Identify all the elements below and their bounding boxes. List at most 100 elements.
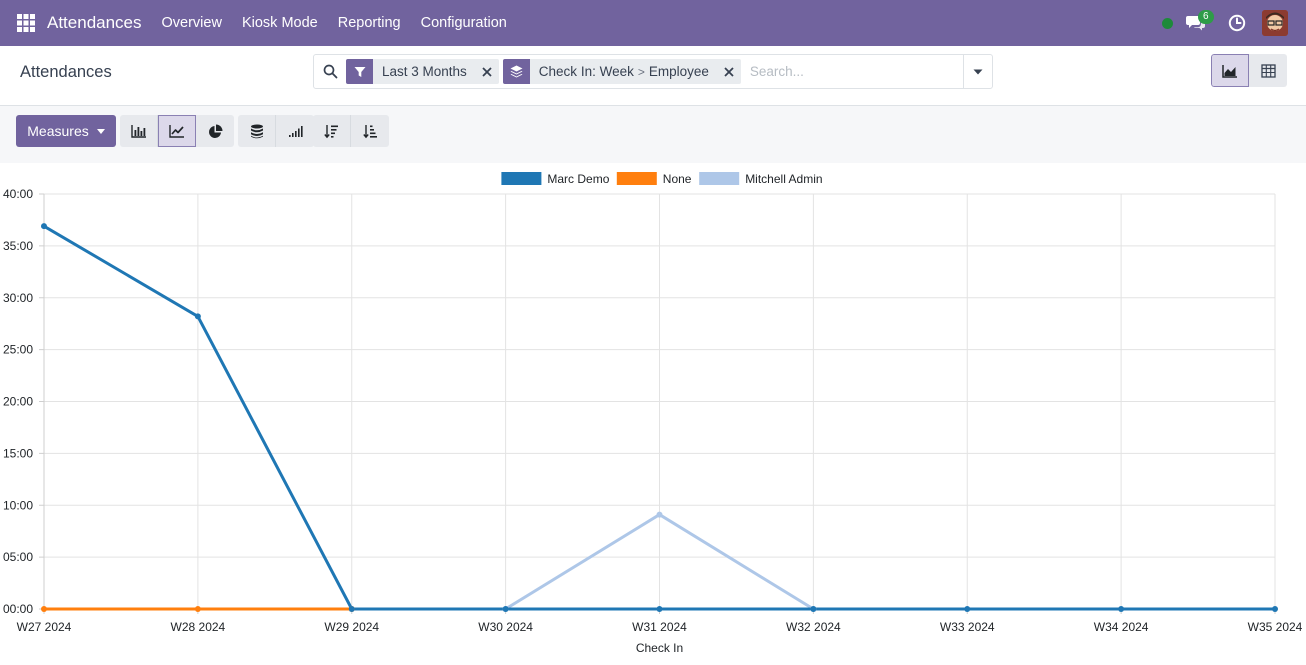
legend-label: Mitchell Admin [745,172,822,186]
x-tick-label: W33 2024 [940,620,995,634]
control-panel: Attendances Last 3 Months Check In: Week… [0,46,1306,106]
menu-reporting[interactable]: Reporting [328,0,411,46]
stacked-icon [250,124,263,138]
group-by-employee: Employee [648,64,709,79]
view-switcher [1211,54,1287,87]
menu-configuration[interactable]: Configuration [411,0,517,46]
data-point [810,606,817,612]
table-icon [1260,63,1276,78]
pivot-view-button[interactable] [1249,54,1287,87]
avatar-image [1262,10,1288,36]
data-point [194,606,201,612]
y-tick-label: 15:00 [3,446,33,460]
app-title[interactable]: Attendances [47,13,142,33]
x-tick-label: W35 2024 [1248,620,1303,634]
cumulative-icon [288,126,303,137]
activity-menu-button[interactable] [1228,0,1252,46]
y-tick-label: 10:00 [3,498,33,512]
legend-swatch [616,172,657,185]
group-by-icon [502,59,530,84]
line-chart-button[interactable] [158,115,196,147]
search-icon [314,55,346,88]
graph-toolbar: Measures [0,106,1306,163]
y-tick-label: 05:00 [3,550,33,564]
graph-view-button[interactable] [1211,54,1249,87]
y-tick-label: 30:00 [3,291,33,305]
x-tick-label: W29 2024 [324,620,379,634]
legend-label: Marc Demo [547,172,609,186]
search-input[interactable] [744,56,963,87]
cumulative-toggle-button[interactable] [276,115,314,147]
pie-chart-icon [208,124,222,138]
legend-swatch [699,172,740,185]
search-bar: Last 3 Months Check In: Week > Employee [313,54,993,89]
y-tick-label: 00:00 [3,602,33,616]
y-tick-label: 20:00 [3,395,33,409]
x-tick-label: W30 2024 [478,620,533,634]
x-tick-label: W28 2024 [171,620,226,634]
presence-status-icon [1162,17,1173,29]
filter-facet: Last 3 Months [346,59,499,84]
page-title: Attendances [20,63,112,81]
group-by-week: Check In: Week [538,64,634,79]
data-point [194,313,201,320]
x-tick-label: W32 2024 [786,620,841,634]
bar-chart-icon [130,125,146,138]
data-point [348,606,355,612]
close-icon [724,66,734,77]
filter-facet-label: Last 3 Months [382,64,467,79]
line-options-group [238,115,314,147]
x-tick-label: W34 2024 [1094,620,1149,634]
caret-down-icon [96,128,105,134]
x-axis-title: Check In [636,641,683,655]
area-chart-icon [1222,64,1237,78]
sort-ascending-icon [362,124,377,138]
search-options-toggle[interactable] [963,55,992,88]
messaging-menu-button[interactable]: 6 [1186,0,1216,46]
close-icon [482,66,492,77]
legend-swatch [501,172,542,185]
group-by-facet-label: Check In: Week > Employee [530,59,717,84]
data-point [964,606,971,612]
sort-options-group [313,115,389,147]
pie-chart-button[interactable] [196,115,234,147]
remove-group-by-facet-button[interactable] [717,59,741,84]
group-separator-icon: > [637,64,645,79]
line-chart-icon [169,125,184,138]
group-by-facet: Check In: Week > Employee [502,59,741,84]
menu-kiosk-mode[interactable]: Kiosk Mode [232,0,328,46]
filter-icon [346,59,373,84]
data-point [656,511,663,518]
legend-label: None [663,172,692,186]
y-tick-label: 25:00 [3,343,33,357]
sort-descending-icon [324,124,338,138]
sort-descending-button[interactable] [313,115,351,147]
measures-dropdown-button[interactable]: Measures [16,115,116,147]
user-avatar[interactable] [1262,10,1288,36]
data-point [1272,606,1278,612]
top-navbar: Attendances Overview Kiosk Mode Reportin… [0,0,1306,46]
clock-icon [1228,14,1246,32]
apps-menu-button[interactable] [0,0,52,46]
data-point [656,606,663,612]
y-tick-label: 35:00 [3,239,33,253]
apps-grid-icon [17,14,35,32]
data-point [41,223,47,230]
remove-filter-facet-button[interactable] [475,59,499,84]
x-tick-label: W27 2024 [17,620,72,634]
chart-type-group [120,115,234,147]
measures-label: Measures [27,123,89,139]
data-point [41,606,47,612]
x-tick-label: W31 2024 [632,620,687,634]
stacked-toggle-button[interactable] [238,115,276,147]
sort-ascending-button[interactable] [351,115,389,147]
data-point [1118,606,1125,612]
menu-overview[interactable]: Overview [152,0,232,46]
unread-messages-badge: 6 [1198,10,1214,24]
graph-chart-area: 00:00 05:00 10:00 15:00 20:00 25:00 30:00 35:00… [0,163,1306,660]
line-chart: 00:00 05:00 10:00 15:00 20:00 25:00 30:00 35:00… [3,172,1303,655]
caret-down-icon [973,69,983,74]
bar-chart-button[interactable] [120,115,158,147]
data-point [502,606,509,612]
y-tick-label: 40:00 [3,187,33,201]
